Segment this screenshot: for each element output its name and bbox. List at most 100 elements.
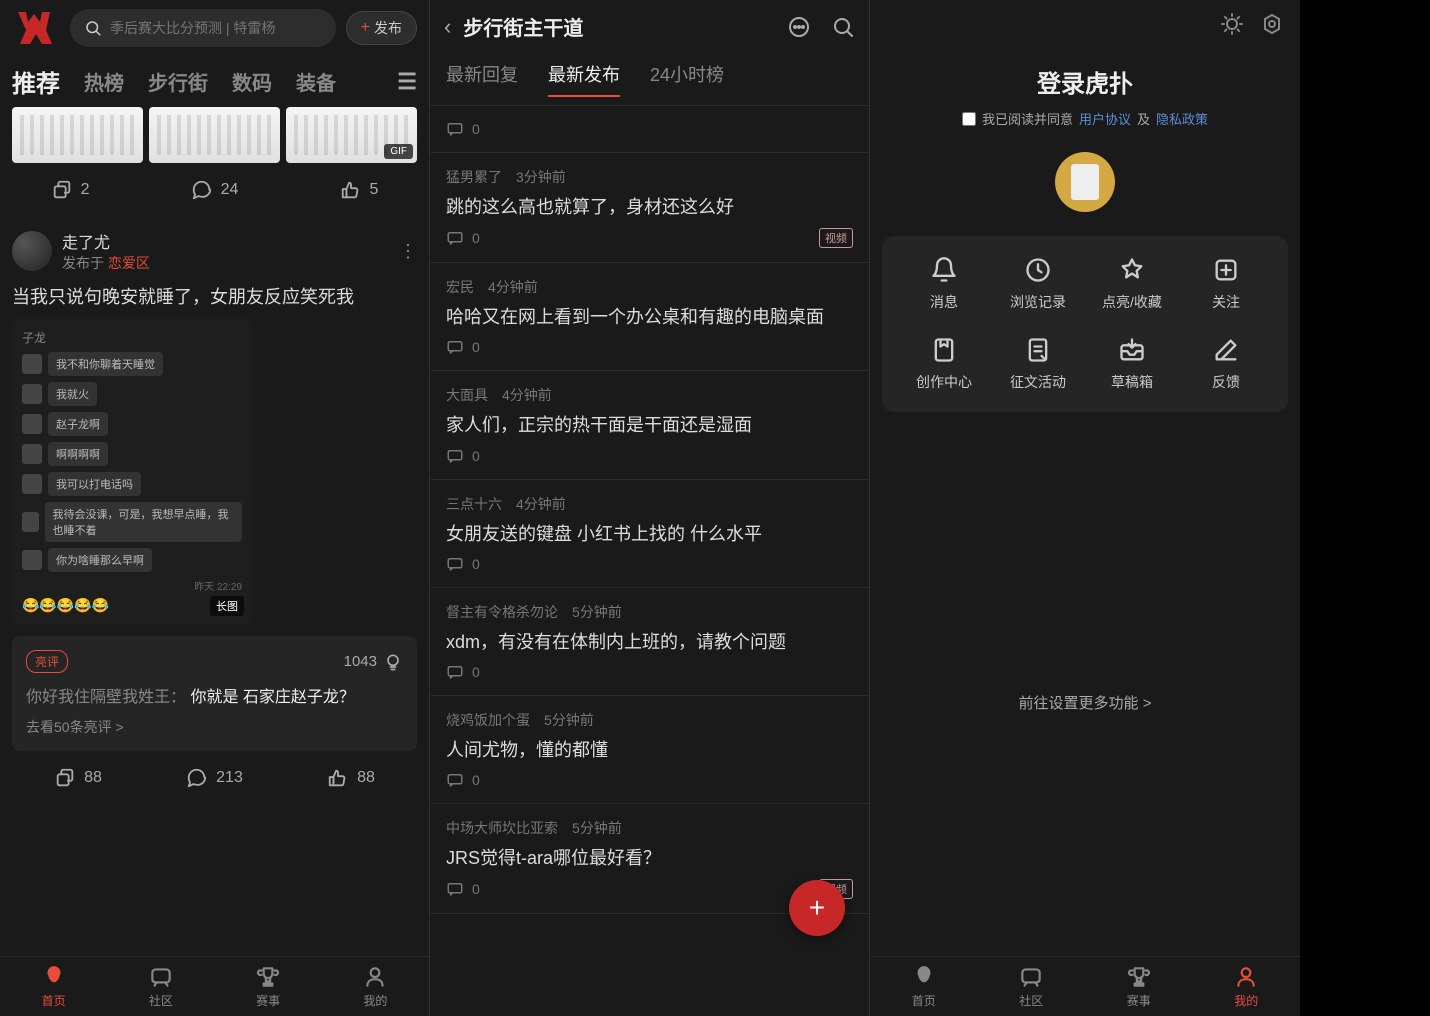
nav-profile[interactable]: 我的: [1233, 964, 1259, 1009]
nav-community[interactable]: 社区: [1018, 964, 1044, 1009]
login-title: 登录虎扑: [870, 64, 1300, 99]
settings-icon[interactable]: [1260, 12, 1284, 36]
like-stat[interactable]: 5: [340, 179, 379, 201]
more-comments-link[interactable]: 去看50条亮评 >: [26, 717, 403, 737]
more-settings-link[interactable]: 前往设置更多功能 >: [870, 692, 1300, 713]
user-agreement-link[interactable]: 用户协议: [1079, 109, 1131, 128]
post-list[interactable]: 0 猛男累了3分钟前跳的这么高也就算了，身材还这么好0视频宏民4分钟前哈哈又在网上…: [430, 106, 869, 1012]
forum-post[interactable]: 烧鸡饭加个蛋5分钟前人间尤物，懂的都懂0: [430, 696, 869, 804]
author-name[interactable]: 走了尤: [62, 229, 150, 253]
bell-icon: [930, 256, 958, 284]
search-box[interactable]: [70, 9, 336, 47]
tab-latest-post[interactable]: 最新发布: [548, 61, 620, 97]
post-image[interactable]: 子龙 我不和你聊着天睡觉我就火赵子龙啊啊啊啊啊我可以打电话吗我待会没课，可是，我…: [12, 319, 252, 624]
featured-comment[interactable]: 亮评 1043 你好我住隔壁我姓王： 你就是 石家庄赵子龙？ 去看50条亮评 >: [12, 636, 417, 751]
privacy-policy-link[interactable]: 隐私政策: [1156, 109, 1208, 128]
post-area[interactable]: 恋爱区: [108, 255, 150, 271]
tab-hot[interactable]: 热榜: [84, 67, 124, 96]
lit-count[interactable]: 1043: [344, 652, 403, 672]
search-icon: [84, 19, 102, 37]
forum-post[interactable]: 督主有令格杀勿论5分钟前xdm，有没有在体制内上班的，请教个问题0: [430, 588, 869, 696]
app-logo[interactable]: [12, 8, 60, 48]
comment-icon: [446, 555, 464, 573]
search-input[interactable]: [110, 20, 322, 36]
nav-trophy[interactable]: 赛事: [1126, 964, 1152, 1009]
chat-icon[interactable]: [787, 15, 811, 39]
tab-digital[interactable]: 数码: [232, 67, 272, 96]
search-icon[interactable]: [831, 15, 855, 39]
user-info: 走了尤 发布于 恋爱区: [62, 229, 150, 273]
forum-post[interactable]: 大面具4分钟前家人们，正宗的热干面是干面还是湿面0: [430, 371, 869, 479]
profile-top-icons: [870, 0, 1300, 48]
chat-message: 我待会没课，可是，我想早点睡，我也睡不着: [22, 502, 242, 542]
tab-latest-reply[interactable]: 最新回复: [446, 61, 518, 97]
grid-item-plus-square[interactable]: 关注: [1184, 256, 1268, 312]
nav-label: 赛事: [256, 992, 280, 1009]
grid-item-clock[interactable]: 浏览记录: [996, 256, 1080, 312]
grid-label: 征文活动: [1010, 372, 1066, 392]
like-stat[interactable]: 88: [327, 767, 375, 789]
grid-item-edit[interactable]: 反馈: [1184, 336, 1268, 392]
nav-home[interactable]: 首页: [41, 964, 67, 1009]
tab-recommend[interactable]: 推荐: [12, 64, 60, 99]
chat-message: 啊啊啊啊: [22, 442, 242, 466]
publish-button[interactable]: + 发布: [346, 11, 417, 45]
thumbnail[interactable]: [12, 107, 143, 163]
chat-message: 我不和你聊着天睡觉: [22, 352, 242, 376]
more-icon[interactable]: ⋮: [399, 241, 417, 262]
forum-post[interactable]: 宏民4分钟前哈哈又在网上看到一个办公桌和有趣的电脑桌面0: [430, 263, 869, 371]
share-stat[interactable]: 88: [54, 767, 102, 789]
share-count: 88: [84, 769, 102, 787]
thumbnail[interactable]: GIF: [286, 107, 417, 163]
post-title: 女朋友送的键盘 小红书上找的 什么水平: [446, 522, 853, 547]
forum-post[interactable]: 三点十六4分钟前女朋友送的键盘 小红书上找的 什么水平0: [430, 480, 869, 588]
inbox-icon: [1118, 336, 1146, 364]
nav-profile[interactable]: 我的: [362, 964, 388, 1009]
comment-stat[interactable]: 213: [186, 767, 243, 789]
menu-icon[interactable]: ☰: [397, 69, 417, 95]
nav-community[interactable]: 社区: [148, 964, 174, 1009]
tab-gear[interactable]: 装备: [296, 67, 336, 96]
phone-icon: [1071, 164, 1099, 200]
comment-author: 你好我住隔壁我姓王：: [26, 689, 186, 706]
post-title: xdm，有没有在体制内上班的，请教个问题: [446, 630, 853, 655]
comment-count: 0: [472, 121, 480, 137]
post-title[interactable]: 当我只说句晚安就睡了，女朋友反应笑死我: [12, 273, 417, 319]
chat-contact-name: 子龙: [22, 329, 242, 346]
theme-icon[interactable]: [1220, 12, 1244, 36]
back-icon[interactable]: ‹: [444, 14, 451, 40]
comment-icon: [446, 338, 464, 356]
forum-post[interactable]: 猛男累了3分钟前跳的这么高也就算了，身材还这么好0视频: [430, 153, 869, 263]
tab-street[interactable]: 步行街: [148, 67, 208, 96]
bottom-nav: 首页 社区赛事 我的: [0, 956, 429, 1016]
comment-icon: [446, 120, 464, 138]
grid-item-bell[interactable]: 消息: [902, 256, 986, 312]
comment-icon: [446, 229, 464, 247]
publish-label: 发布: [374, 18, 402, 38]
nav-trophy[interactable]: 赛事: [255, 964, 281, 1009]
comment-stat[interactable]: 24: [191, 179, 239, 201]
grid-item-doc[interactable]: 征文活动: [996, 336, 1080, 392]
post-header: 走了尤 发布于 恋爱区 ⋮: [12, 229, 417, 273]
grid-item-bookmark[interactable]: 创作中心: [902, 336, 986, 392]
tab-24h[interactable]: 24小时榜: [650, 61, 724, 97]
community-icon: [148, 964, 174, 990]
comment-icon: [191, 179, 213, 201]
grid-item-inbox[interactable]: 草稿箱: [1090, 336, 1174, 392]
agreement-checkbox[interactable]: [962, 112, 976, 126]
post-author: 烧鸡饭加个蛋: [446, 710, 530, 730]
avatar[interactable]: [12, 231, 52, 271]
compose-fab[interactable]: +: [789, 880, 845, 936]
thumbnail[interactable]: [149, 107, 280, 163]
forum-post[interactable]: 0: [430, 106, 869, 153]
comment-tag: 亮评: [26, 650, 68, 673]
post-time: 4分钟前: [516, 494, 566, 514]
nav-home[interactable]: 首页: [911, 964, 937, 1009]
share-stat[interactable]: 2: [51, 179, 90, 201]
login-avatar-button[interactable]: [1055, 152, 1115, 212]
comment-count: 0: [472, 448, 480, 464]
grid-item-star[interactable]: 点亮/收藏: [1090, 256, 1174, 312]
post-title: JRS觉得t-ara哪位最好看？: [446, 846, 853, 871]
feature-grid: 消息浏览记录点亮/收藏关注创作中心征文活动 草稿箱反馈: [882, 236, 1288, 412]
nav-label: 我的: [363, 992, 387, 1009]
